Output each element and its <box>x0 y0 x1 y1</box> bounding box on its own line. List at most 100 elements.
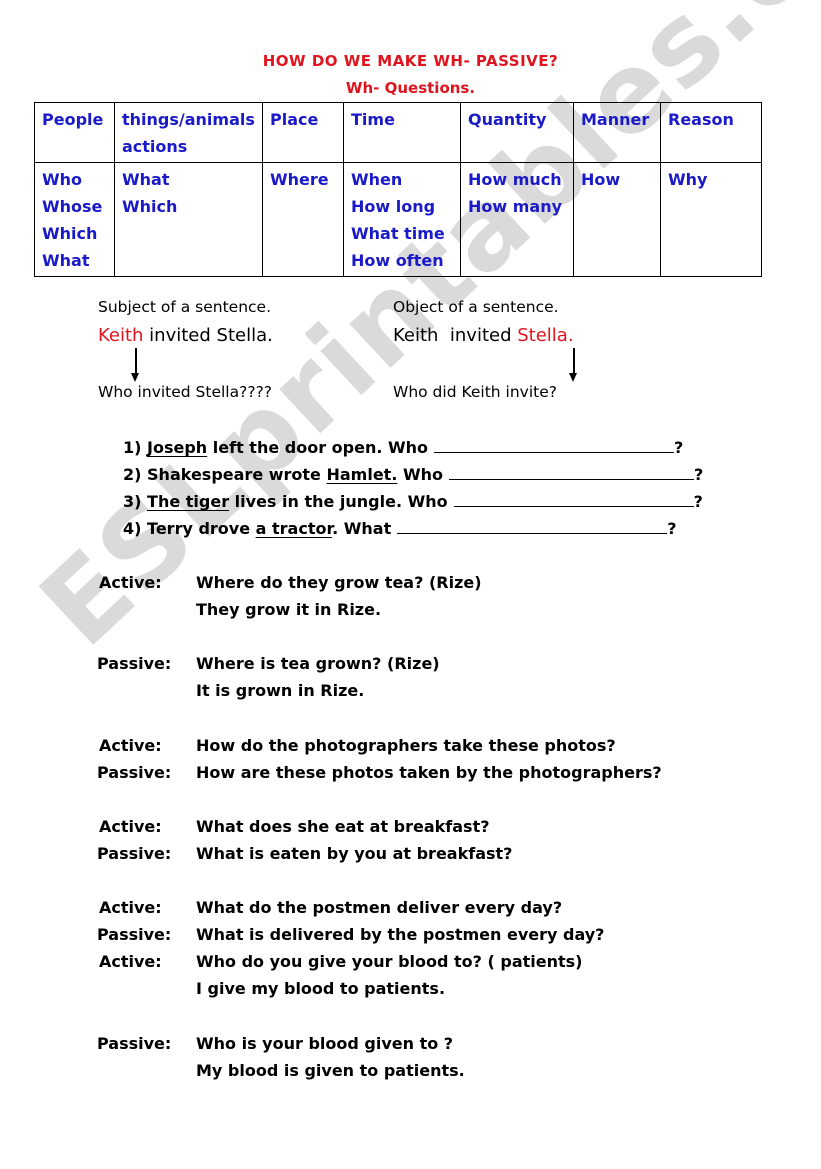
question-word: How often <box>351 251 444 270</box>
exercise-underlined: a tractor <box>255 519 333 538</box>
exercise-item: 4) Terry drove a tractor. What? <box>123 519 677 538</box>
example-label: Passive: <box>97 844 172 863</box>
header-label: Place <box>270 110 319 129</box>
example-sentence: Who do you give your blood to? ( patient… <box>196 952 583 971</box>
object-arrow-line <box>573 348 575 375</box>
answer-blank[interactable] <box>453 492 694 507</box>
exercise-number: 2) <box>123 465 142 484</box>
table-cell: How <box>573 162 661 277</box>
example-sentence: I give my blood to patients. <box>196 979 446 998</box>
exercise-item: 2) Shakespeare wrote Hamlet. Who? <box>123 465 703 484</box>
example-sentence: What do the postmen deliver every day? <box>196 898 563 917</box>
question-word: Which <box>42 224 98 243</box>
example-label: Active: <box>99 817 162 836</box>
answer-blank[interactable] <box>397 519 668 534</box>
page-title: HOW DO WE MAKE WH- PASSIVE? <box>262 52 559 70</box>
header-label: Manner <box>581 110 650 129</box>
example-sentence: They grow it in Rize. <box>196 600 382 619</box>
question-word: How long <box>351 197 436 216</box>
exercise-text-post: Who <box>397 465 444 484</box>
example-label: Active: <box>99 898 162 917</box>
header-label: Quantity <box>468 110 547 129</box>
table-cell: Who Whose Which What <box>34 162 115 277</box>
table-cell: How much How many <box>460 162 574 277</box>
question-word: Whose <box>42 197 103 216</box>
example-sentence: It is grown in Rize. <box>196 681 365 700</box>
exercise-item: 3) The tiger lives in the jungle. Who? <box>123 492 703 511</box>
question-word: What <box>42 251 90 270</box>
table-header-cell: People <box>34 102 115 163</box>
exercise-number: 1) <box>123 438 142 457</box>
table-header-cell: Time <box>343 102 461 163</box>
subject-question: Who invited Stella???? <box>98 383 273 401</box>
header-label: things/animals <box>122 110 255 129</box>
wh-questions-table: People things/animals actions Place Time Quan… <box>34 102 762 277</box>
example-sentence: Who is your blood given to ? <box>196 1034 454 1053</box>
table-header-row: People things/animals actions Place Time Quan… <box>34 102 762 163</box>
object-question: Who did Keith invite? <box>393 383 557 401</box>
question-word: Where <box>270 170 329 189</box>
example-label: Active: <box>99 736 162 755</box>
question-word: What <box>122 170 170 189</box>
header-label: Time <box>351 110 395 129</box>
subject-sentence: Keith invited Stella. <box>98 325 273 346</box>
answer-blank[interactable] <box>434 438 675 453</box>
exercise-text-post: left the door open. Who <box>207 438 429 457</box>
exercise-underlined: Hamlet. <box>326 465 398 484</box>
exercise-text-pre: Shakespeare wrote <box>147 465 327 484</box>
example-label: Passive: <box>97 654 172 673</box>
example-sentence: My blood is given to patients. <box>196 1061 465 1080</box>
exercise-end: ? <box>693 492 703 511</box>
example-label: Active: <box>99 952 162 971</box>
table-header-cell: Reason <box>660 102 762 163</box>
object-sentence: Keith invited Stella. <box>393 325 574 346</box>
header-label: actions <box>122 137 188 156</box>
header-label: Reason <box>668 110 734 129</box>
example-sentence: What is eaten by you at breakfast? <box>196 844 513 863</box>
exercise-end: ? <box>674 438 684 457</box>
question-word: How <box>581 170 621 189</box>
example-label: Passive: <box>97 925 172 944</box>
exercise-end: ? <box>694 465 704 484</box>
header-label: People <box>42 110 104 129</box>
exercise-item: 1) Joseph left the door open. Who? <box>123 438 683 457</box>
example-sentence: What is delivered by the postmen every d… <box>196 925 605 944</box>
subject-arrow-line <box>135 348 137 375</box>
example-label: Active: <box>99 573 162 592</box>
example-sentence: How are these photos taken by the photog… <box>196 763 662 782</box>
table-row: Who Whose Which What What Which Where When How l… <box>34 162 762 277</box>
arrow-down-icon <box>131 373 139 382</box>
question-word: Which <box>122 197 178 216</box>
question-word: Why <box>668 170 708 189</box>
exercise-number: 4) <box>123 519 142 538</box>
object-highlight: Stella. <box>517 325 574 346</box>
exercise-underlined: The tiger <box>147 492 230 511</box>
example-label: Passive: <box>97 1034 172 1053</box>
exercise-number: 3) <box>123 492 142 511</box>
example-label: Passive: <box>97 763 172 782</box>
exercise-end: ? <box>667 519 677 538</box>
example-sentence: How do the photographers take these phot… <box>196 736 616 755</box>
table-header-cell: things/animals actions <box>114 102 263 163</box>
arrow-down-icon <box>569 373 577 382</box>
example-sentence: Where do they grow tea? (Rize) <box>196 573 482 592</box>
exercise-text-post: . What <box>332 519 392 538</box>
table-cell: What Which <box>114 162 263 277</box>
subject-highlight: Keith <box>98 325 144 346</box>
table-header-cell: Quantity <box>460 102 574 163</box>
table-header-cell: Place <box>262 102 344 163</box>
subject-heading: Subject of a sentence. <box>98 298 272 316</box>
exercise-underlined: Joseph <box>147 438 208 457</box>
answer-blank[interactable] <box>449 465 695 480</box>
table-cell: Where <box>262 162 344 277</box>
page-subtitle: Wh- Questions. <box>345 79 476 97</box>
exercise-text-post: lives in the jungle. Who <box>229 492 448 511</box>
question-word: Who <box>42 170 83 189</box>
table-cell: Why <box>660 162 762 277</box>
exercise-text-pre: Terry drove <box>147 519 256 538</box>
question-word: How much <box>468 170 562 189</box>
table-header-cell: Manner <box>573 102 661 163</box>
object-heading: Object of a sentence. <box>393 298 559 316</box>
question-word: What time <box>351 224 445 243</box>
example-sentence: Where is tea grown? (Rize) <box>196 654 440 673</box>
